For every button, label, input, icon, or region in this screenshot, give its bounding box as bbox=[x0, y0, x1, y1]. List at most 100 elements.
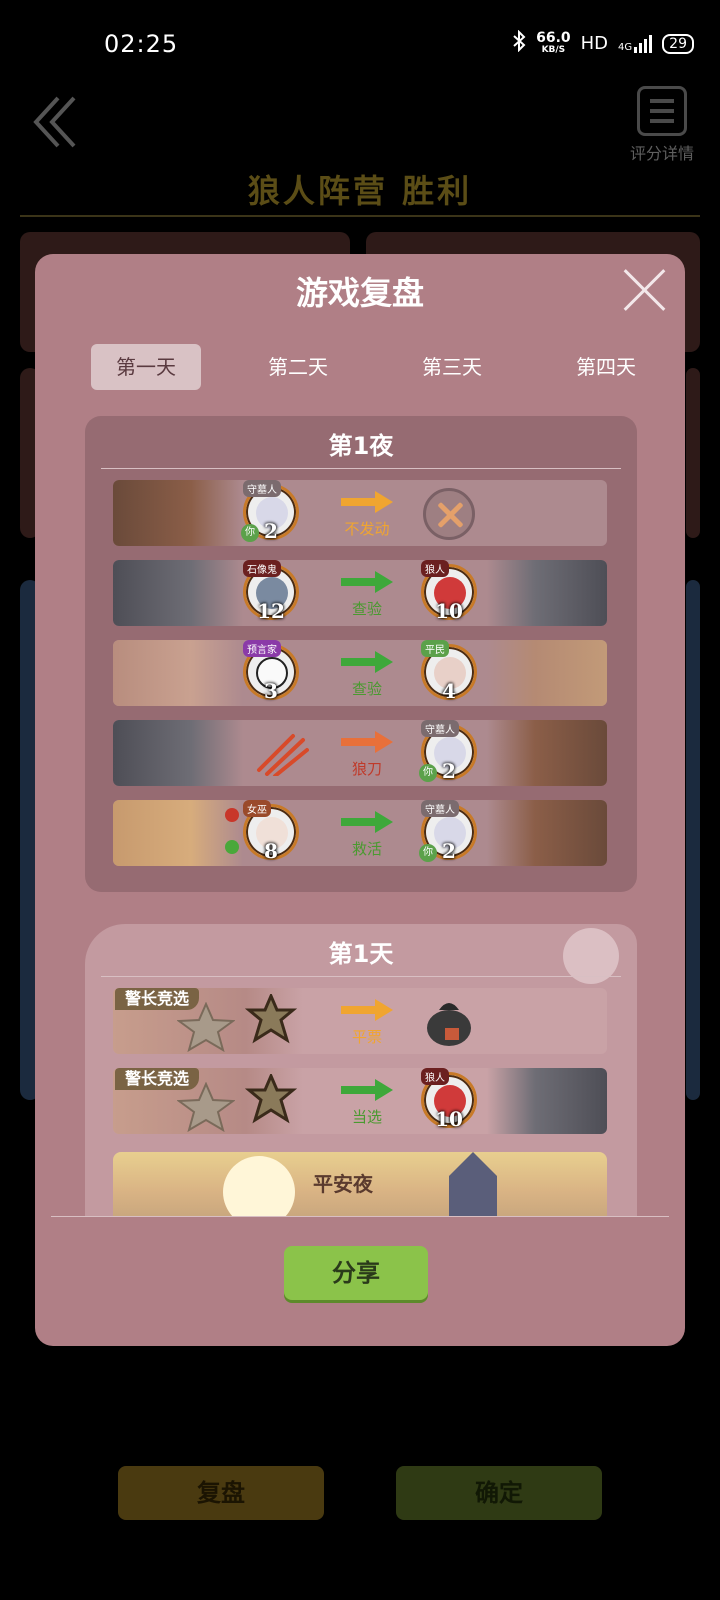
role-tag: 守墓人 bbox=[421, 800, 459, 817]
no-target-x-icon bbox=[423, 488, 475, 540]
action-label: 不发动 bbox=[344, 520, 390, 538]
role-art bbox=[487, 800, 607, 866]
arrow-right-icon bbox=[341, 1079, 393, 1101]
peaceful-night-label: 平安夜 bbox=[313, 1172, 373, 1196]
action-label: 平票 bbox=[351, 1028, 382, 1046]
player-number: 10 bbox=[435, 1107, 463, 1131]
action-arrow: 查验 bbox=[327, 568, 407, 619]
net-speed: 66.0 KB/S bbox=[536, 29, 571, 55]
battery-icon: 29 bbox=[662, 33, 694, 54]
you-badge: 你 bbox=[419, 844, 437, 862]
action-arrow: 平票 bbox=[327, 996, 407, 1047]
action-label: 查验 bbox=[351, 600, 382, 618]
you-badge: 你 bbox=[419, 764, 437, 782]
action-arrow: 不发动 bbox=[327, 488, 407, 539]
close-icon[interactable] bbox=[621, 266, 667, 312]
player-number: 3 bbox=[264, 679, 278, 703]
night-event-row: 守墓人 2 你 不发动 bbox=[113, 480, 607, 546]
arrow-right-icon bbox=[341, 651, 393, 673]
role-art bbox=[487, 720, 607, 786]
role-tag: 守墓人 bbox=[421, 720, 459, 737]
house-decoration bbox=[449, 1152, 497, 1216]
status-icons: 66.0 KB/S HD 4G 29 bbox=[512, 29, 694, 57]
action-arrow: 当选 bbox=[327, 1076, 407, 1127]
action-arrow: 狼刀 bbox=[327, 728, 407, 779]
role-art bbox=[113, 720, 243, 786]
day-event-row: 警长竞选 平票 bbox=[113, 988, 607, 1054]
poison-potion-icon bbox=[225, 808, 239, 822]
role-tag: 狼人 bbox=[421, 1068, 449, 1085]
player-card bbox=[686, 368, 700, 538]
role-art bbox=[113, 560, 243, 626]
role-tag: 预言家 bbox=[243, 640, 281, 657]
player-number: 12 bbox=[257, 599, 285, 623]
divider bbox=[20, 215, 700, 217]
action-arrow: 救活 bbox=[327, 808, 407, 859]
action-label: 查验 bbox=[351, 680, 382, 698]
role-tag: 平民 bbox=[421, 640, 449, 657]
role-art bbox=[113, 640, 243, 706]
arrow-right-icon bbox=[341, 811, 393, 833]
sheriff-badge-icon bbox=[245, 994, 297, 1044]
divider bbox=[101, 468, 621, 469]
night-event-row: 女巫 8 救活 守墓人 2 你 bbox=[113, 800, 607, 866]
action-arrow: 查验 bbox=[327, 648, 407, 699]
arrow-right-icon bbox=[341, 999, 393, 1021]
bluetooth-icon bbox=[512, 29, 526, 57]
arrow-right-icon bbox=[341, 491, 393, 513]
role-art bbox=[487, 640, 607, 706]
action-label: 狼刀 bbox=[351, 760, 382, 778]
role-tag: 女巫 bbox=[243, 800, 271, 817]
confirm-button[interactable]: 确定 bbox=[396, 1466, 602, 1520]
action-label: 当选 bbox=[351, 1108, 382, 1126]
player-card bbox=[686, 580, 700, 1100]
replay-scroll-area[interactable]: 第1夜 守墓人 2 你 不发动 石像鬼 12 查验 狼人 10 预言家 3 查验… bbox=[85, 416, 637, 1216]
divider bbox=[101, 976, 621, 977]
night-event-row: 狼刀 守墓人 2 你 bbox=[113, 720, 607, 786]
back-chevron-icon[interactable] bbox=[30, 92, 80, 152]
divider bbox=[51, 1216, 669, 1217]
tab-day-3[interactable]: 第三天 bbox=[397, 344, 507, 390]
share-button[interactable]: 分享 bbox=[284, 1246, 428, 1300]
tab-day-2[interactable]: 第二天 bbox=[243, 344, 353, 390]
sheriff-badge-icon bbox=[245, 1074, 297, 1124]
antidote-potion-icon bbox=[225, 840, 239, 854]
player-number: 4 bbox=[442, 679, 456, 703]
arrow-right-icon bbox=[341, 571, 393, 593]
section-title: 第1夜 bbox=[328, 432, 394, 460]
role-tag: 守墓人 bbox=[243, 480, 281, 497]
role-tag: 石像鬼 bbox=[243, 560, 281, 577]
status-bar: 02:25 66.0 KB/S HD 4G 29 bbox=[0, 0, 720, 88]
game-replay-dialog: 游戏复盘 第一天 第二天 第三天 第四天 第1夜 守墓人 2 你 不发动 石像鬼… bbox=[35, 254, 685, 1346]
claw-marks-icon bbox=[257, 734, 309, 776]
player-number: 8 bbox=[264, 839, 278, 863]
role-tag: 狼人 bbox=[421, 560, 449, 577]
status-time: 02:25 bbox=[104, 30, 179, 58]
day-event-row: 警长竞选 当选 狼人 10 bbox=[113, 1068, 607, 1134]
result-title: 狼人阵营 胜利 bbox=[247, 172, 473, 210]
sun-decoration bbox=[223, 1156, 295, 1216]
you-badge: 你 bbox=[241, 524, 259, 542]
role-art bbox=[487, 560, 607, 626]
replay-button[interactable]: 复盘 bbox=[118, 1466, 324, 1520]
section-title: 第1天 bbox=[328, 940, 394, 968]
signal-icon: 4G bbox=[618, 34, 653, 53]
score-details-label: 评分详情 bbox=[629, 144, 694, 163]
arrow-right-icon bbox=[341, 731, 393, 753]
player-number: 10 bbox=[435, 599, 463, 623]
tab-day-1[interactable]: 第一天 bbox=[91, 344, 201, 390]
ballot-bag-icon bbox=[427, 1003, 471, 1046]
sheriff-election-tag: 警长竞选 bbox=[115, 1068, 200, 1090]
night-section: 第1夜 守墓人 2 你 不发动 石像鬼 12 查验 狼人 10 预言家 3 查验… bbox=[85, 416, 637, 892]
day-section: 第1天 警长竞选 平票 警长竞选 当选 狼人 10 平安夜 bbox=[85, 924, 637, 1216]
night-event-row: 石像鬼 12 查验 狼人 10 bbox=[113, 560, 607, 626]
role-art bbox=[487, 1068, 607, 1134]
score-details-button[interactable]: 评分详情 bbox=[622, 86, 702, 164]
peaceful-night-card: 平安夜 bbox=[113, 1152, 607, 1216]
role-art bbox=[113, 800, 243, 866]
dialog-title: 游戏复盘 bbox=[295, 274, 424, 312]
tab-day-4[interactable]: 第四天 bbox=[551, 344, 661, 390]
role-art bbox=[113, 480, 243, 546]
action-label: 救活 bbox=[351, 840, 382, 858]
hd-indicator: HD bbox=[580, 33, 609, 54]
